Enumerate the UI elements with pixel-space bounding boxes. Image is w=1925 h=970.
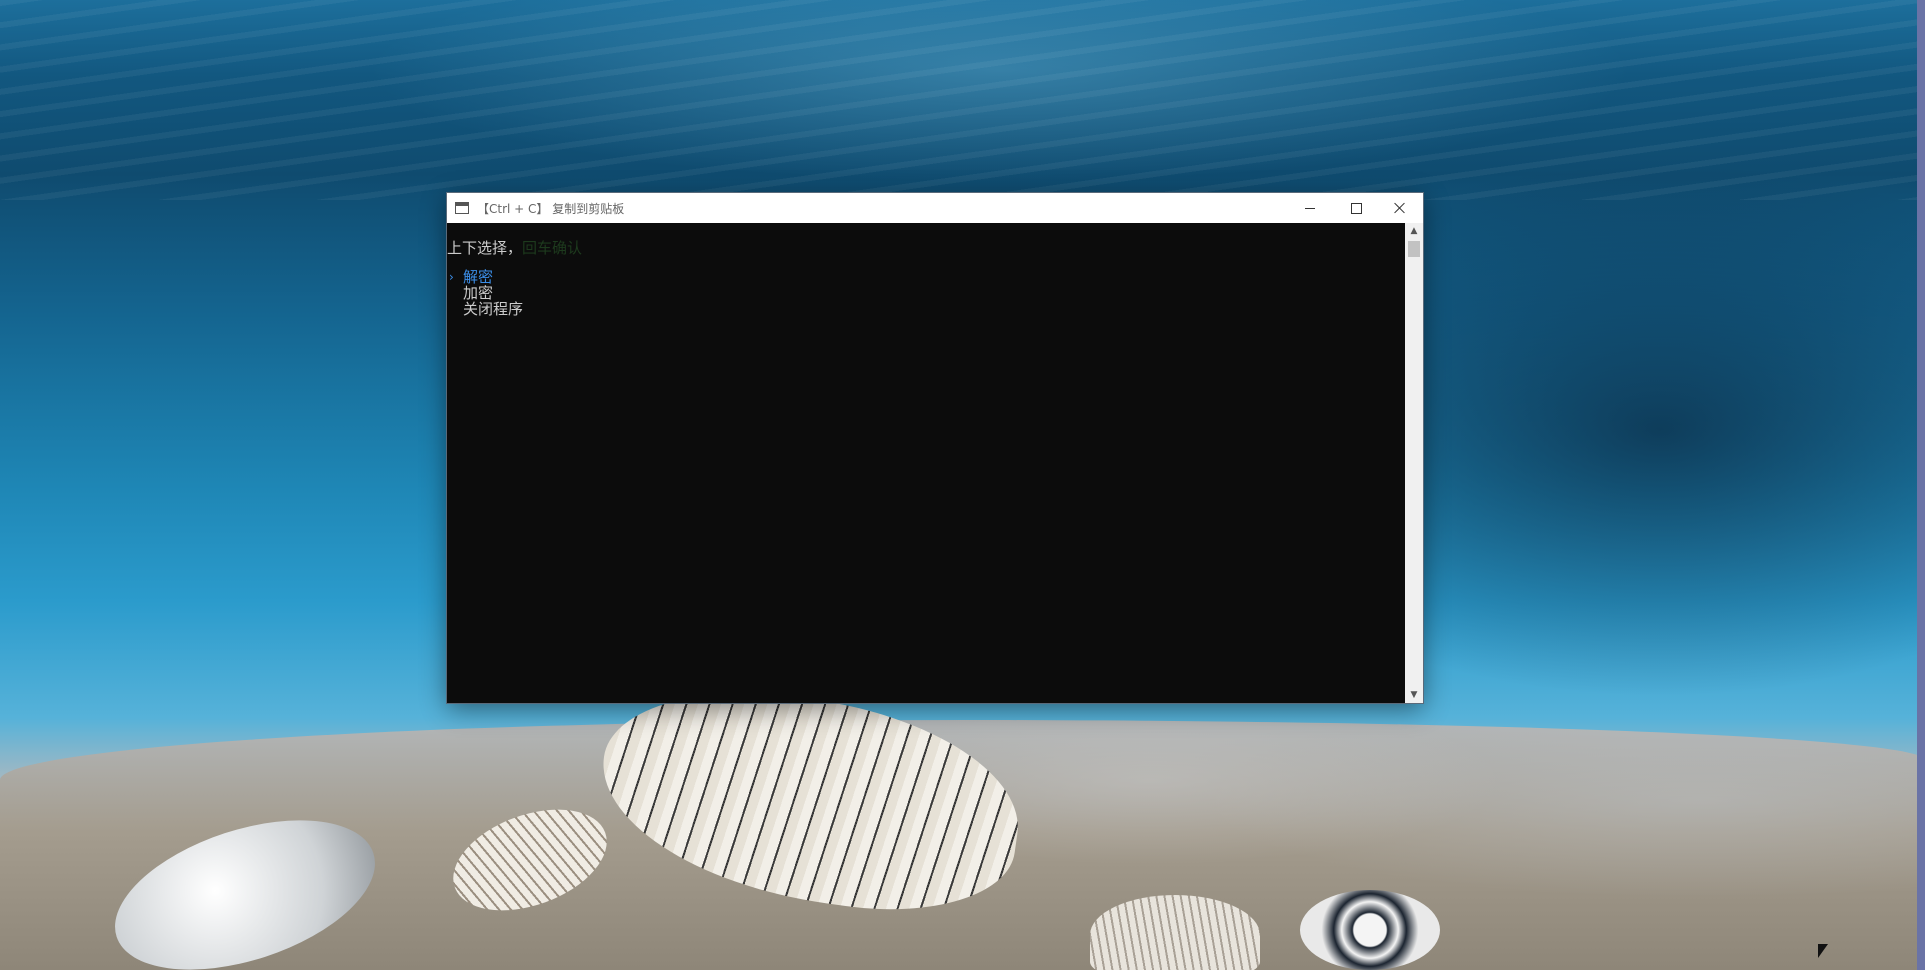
vertical-scrollbar[interactable]: ▲ ▼ — [1405, 223, 1423, 703]
scroll-up-icon[interactable]: ▲ — [1405, 223, 1423, 239]
console-app-icon[interactable] — [455, 202, 469, 214]
menu-item-label: 关闭程序 — [463, 300, 524, 318]
spiky-shell — [1300, 890, 1440, 970]
minimize-button[interactable] — [1287, 193, 1333, 223]
maximize-icon — [1350, 202, 1362, 214]
close-icon — [1394, 202, 1406, 214]
console-output[interactable]: 上下选择，回车确认 › 解密 加密 关闭程序 — [447, 223, 1405, 703]
menu-item-decrypt[interactable]: › 解密 — [447, 269, 523, 285]
prompt-text: 上下选择， — [447, 239, 523, 257]
prompt-line: 上下选择，回车确认 — [447, 237, 582, 258]
menu-item-encrypt[interactable]: 加密 — [447, 285, 523, 301]
desktop-wallpaper: 【Ctrl + C】 复制到剪贴板 上下选择，回车确认 › 解密 加密 关闭程序… — [0, 0, 1925, 970]
console-window[interactable]: 【Ctrl + C】 复制到剪贴板 上下选择，回车确认 › 解密 加密 关闭程序… — [447, 193, 1423, 703]
maximize-button[interactable] — [1333, 193, 1379, 223]
scallop-shell — [1090, 895, 1260, 970]
screen-right-edge — [1917, 0, 1925, 970]
window-title: 【Ctrl + C】 复制到剪贴板 — [477, 201, 625, 216]
chevron-right-icon: › — [449, 270, 454, 284]
scroll-thumb[interactable] — [1408, 241, 1420, 257]
mouse-cursor-icon — [1818, 944, 1828, 958]
scroll-down-icon[interactable]: ▼ — [1405, 687, 1423, 703]
minimize-icon — [1305, 207, 1315, 209]
water-surface — [0, 0, 1925, 200]
close-button[interactable] — [1377, 193, 1423, 223]
console-menu: › 解密 加密 关闭程序 — [447, 269, 523, 317]
window-titlebar[interactable]: 【Ctrl + C】 复制到剪贴板 — [447, 193, 1423, 223]
prompt-hint: 回车确认 — [522, 239, 583, 257]
menu-item-close-program[interactable]: 关闭程序 — [447, 301, 523, 317]
